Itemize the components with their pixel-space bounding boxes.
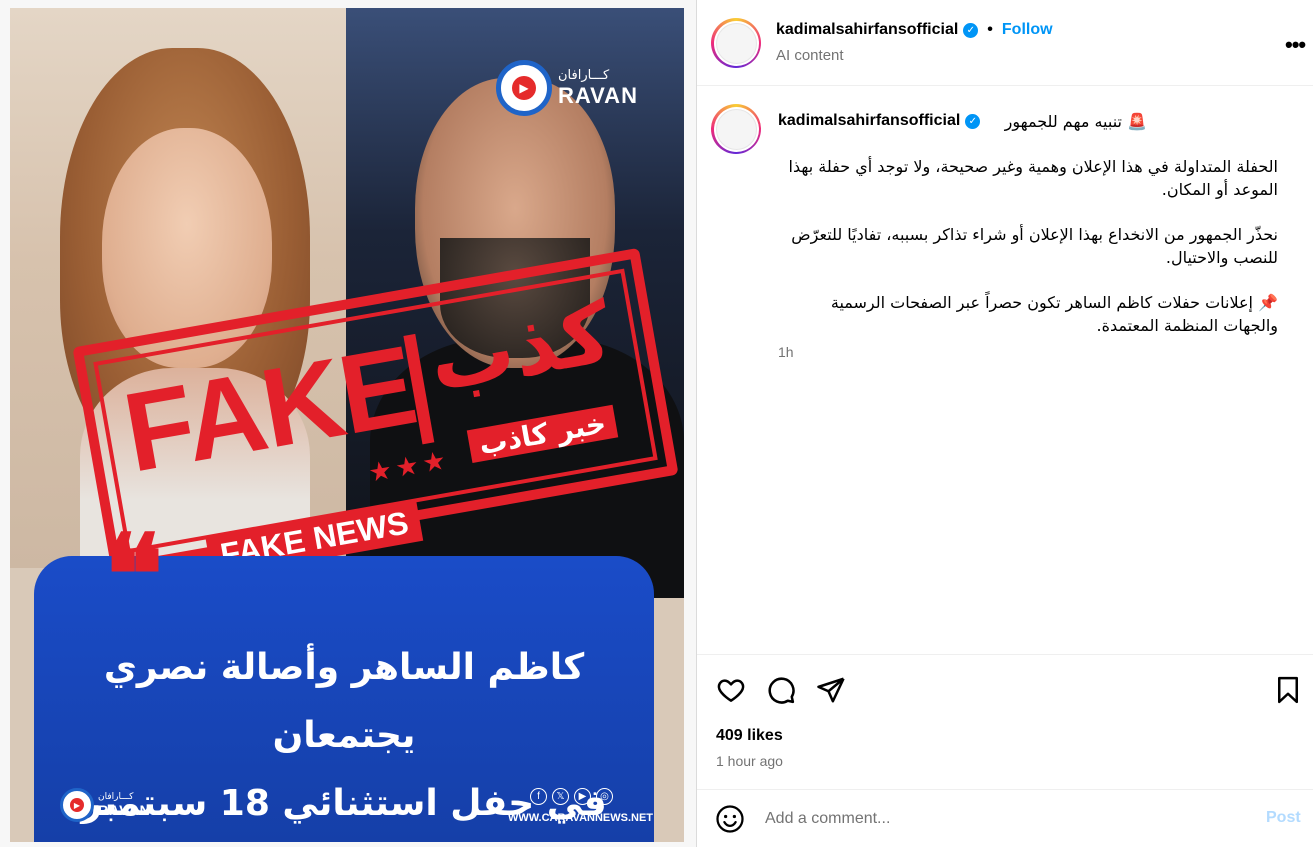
logo-arabic-text: كـــارافان xyxy=(98,792,134,802)
social-icons: f 𝕏 ▶ ◎ xyxy=(530,788,613,805)
youtube-icon: ▶ xyxy=(574,788,591,805)
post-time-ago[interactable]: 1 hour ago xyxy=(716,753,783,769)
post-image[interactable]: ▶ كـــارافان RAVAN FAKE كذب ★★★ خبر كاذب… xyxy=(10,8,684,842)
caravan-logo-icon: ▶ xyxy=(60,788,94,822)
facebook-icon: f xyxy=(530,788,547,805)
action-bar: 409 likes 1 hour ago xyxy=(697,654,1313,799)
caption-paragraph-3: 📌 إعلانات حفلات كاظم الساهر تكون حصراً ع… xyxy=(830,293,1278,335)
caravan-logo-bottom: ▶ كـــارافان RAVAN xyxy=(60,788,151,822)
headline-line-1: كاظم الساهر وأصالة نصري يجتمعان xyxy=(103,647,585,756)
comment-input[interactable] xyxy=(765,808,1215,830)
logo-latin-text: RAVAN xyxy=(98,802,151,818)
verified-badge-icon: ✓ xyxy=(963,22,979,38)
caption-avatar[interactable] xyxy=(711,104,761,154)
caption-paragraph-2: نحذّر الجمهور من الانخداع بهذا الإعلان أ… xyxy=(791,225,1278,267)
media-panel: ▶ كـــارافان RAVAN FAKE كذب ★★★ خبر كاذب… xyxy=(0,0,696,847)
verified-badge-icon: ✓ xyxy=(965,113,981,129)
caption-user: kadimalsahirfansofficial ✓ xyxy=(778,112,981,130)
x-icon: 𝕏 xyxy=(552,788,569,805)
logo-arabic-text: كـــارافان xyxy=(558,67,610,83)
caravan-logo-icon: ▶ xyxy=(496,60,552,116)
emoji-icon[interactable] xyxy=(715,804,745,834)
more-options-icon[interactable]: ••• xyxy=(1285,32,1306,58)
instagram-icon: ◎ xyxy=(596,788,613,805)
header-username[interactable]: kadimalsahirfansofficial xyxy=(776,21,958,39)
likes-count[interactable]: 409 likes xyxy=(716,727,783,745)
caption-paragraph-1: الحفلة المتداولة في هذا الإعلان وهمية وغ… xyxy=(788,157,1279,199)
comment-icon[interactable] xyxy=(766,675,796,705)
caption-first-line: 🚨 تنبيه مهم للجمهور xyxy=(1004,112,1147,131)
caravan-logo-top: ▶ كـــارافان RAVAN xyxy=(496,60,638,116)
caption-timestamp[interactable]: 1h xyxy=(778,344,794,360)
logo-latin-text: RAVAN xyxy=(558,82,638,108)
caption-username[interactable]: kadimalsahirfansofficial xyxy=(778,112,960,130)
instagram-post-modal: ▶ كـــارافان RAVAN FAKE كذب ★★★ خبر كاذب… xyxy=(0,0,1313,847)
like-heart-icon[interactable] xyxy=(716,675,746,705)
comment-bar: Post xyxy=(697,789,1313,847)
post-comment-button[interactable]: Post xyxy=(1266,809,1301,827)
quote-mark: ❝ xyxy=(104,510,164,639)
post-header: kadimalsahirfansofficial ✓ • Follow AI c… xyxy=(697,0,1313,86)
share-send-icon[interactable] xyxy=(816,675,846,705)
caption-body: الحفلة المتداولة في هذا الإعلان وهمية وغ… xyxy=(778,155,1279,359)
avatar[interactable] xyxy=(711,18,761,68)
website-url: WWW.CARAVANNEWS.NET xyxy=(508,812,654,824)
follow-button[interactable]: Follow xyxy=(1002,21,1053,39)
separator-dot: • xyxy=(987,21,993,38)
save-bookmark-icon[interactable] xyxy=(1273,675,1303,705)
ai-content-label[interactable]: AI content xyxy=(776,47,844,64)
